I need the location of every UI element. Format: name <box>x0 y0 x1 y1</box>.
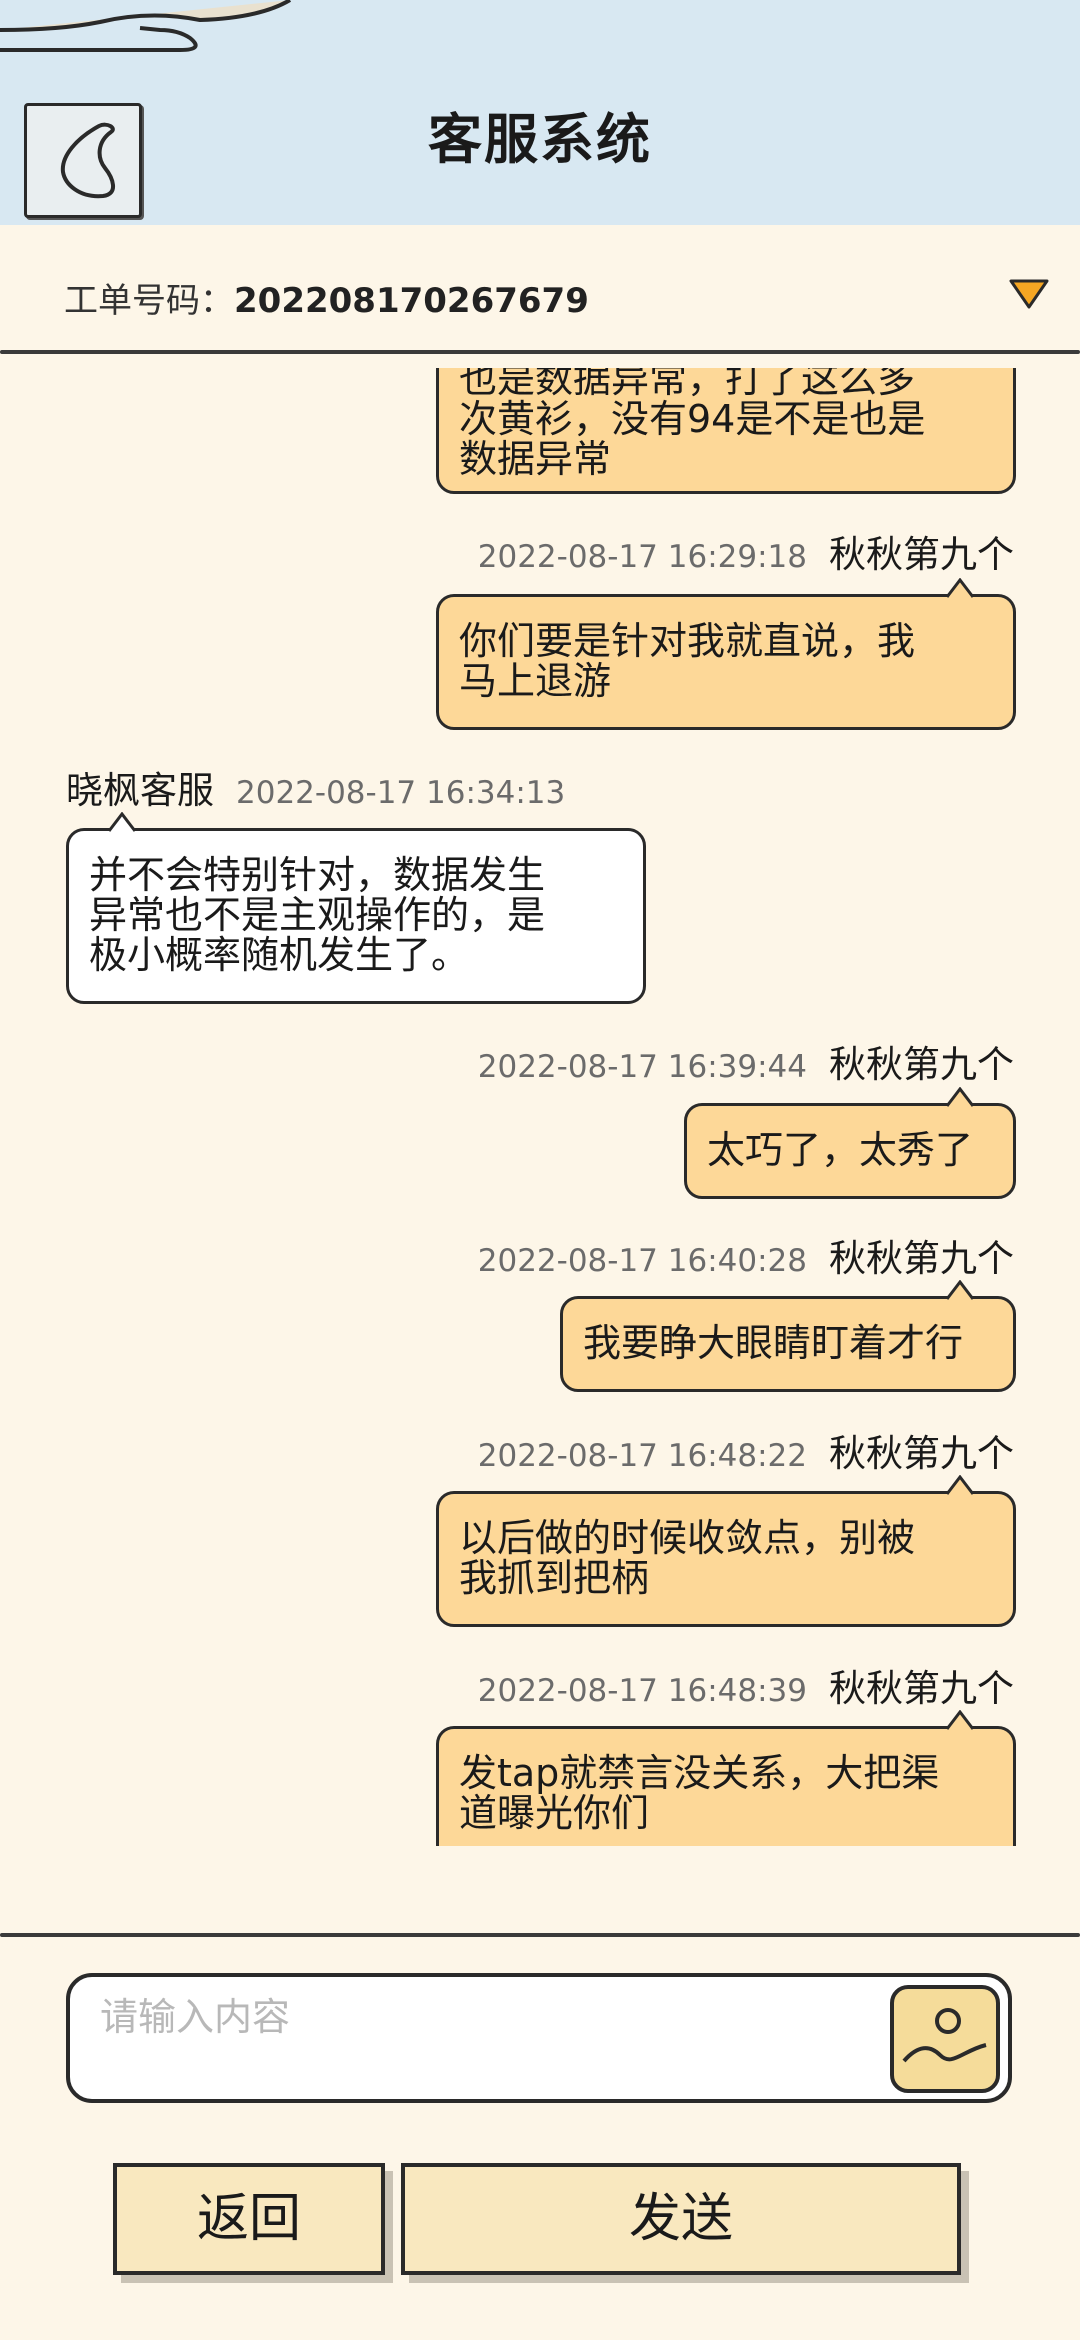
message-text: 发tap就禁言没关系，大把渠 道曝光你们 <box>459 1751 940 1835</box>
image-picture-icon <box>902 2008 987 2063</box>
message-input-box[interactable] <box>66 1973 1012 2103</box>
sender-name: 秋秋第九个 <box>829 1432 1014 1475</box>
header-bar: 客服系统 <box>0 0 1080 225</box>
bubble-tail-icon <box>945 1280 975 1300</box>
message-meta: 晓枫客服 2022-08-17 16:34:13 <box>66 760 565 814</box>
sender-name: 秋秋第九个 <box>829 1043 1014 1086</box>
message-text: 也是数据异常，打了这么多 次黄衫，没有94是不是也是 数据异常 <box>459 368 926 481</box>
bubble-tail-icon <box>945 1087 975 1107</box>
bubble-tail-icon <box>107 812 137 832</box>
customer-service-screen: 客服系统 工单号码：202208170267679 也是数据异常，打了这么多 次… <box>0 0 1080 2340</box>
message-time: 2022-08-17 16:48:22 <box>477 1438 807 1474</box>
message-bubble: 以后做的时候收敛点，别被 我抓到把柄 <box>436 1475 1016 1627</box>
dropdown-triangle-icon[interactable] <box>1008 277 1050 311</box>
sender-name: 秋秋第九个 <box>829 1237 1014 1280</box>
bubble-tail-icon <box>945 1475 975 1495</box>
message-time: 2022-08-17 16:29:18 <box>477 539 807 575</box>
ticket-number-row[interactable]: 工单号码：202208170267679 <box>0 225 1080 355</box>
message-time: 2022-08-17 16:34:13 <box>236 775 566 811</box>
message-text: 太巧了，太秀了 <box>707 1128 974 1172</box>
bubble-tail-icon <box>945 578 975 598</box>
message-text: 并不会特别针对，数据发生 异常也不是主观操作的，是 极小概率随机发生了。 <box>89 853 546 977</box>
message-text: 以后做的时候收敛点，别被 我抓到把柄 <box>459 1516 916 1600</box>
message-bubble: 也是数据异常，打了这么多 次黄衫，没有94是不是也是 数据异常 <box>436 368 1016 494</box>
message-meta: 2022-08-17 16:48:39 秋秋第九个 <box>478 1658 1014 1712</box>
image-upload-button[interactable] <box>890 1985 1000 2093</box>
message-bubble: 太巧了，太秀了 <box>684 1087 1016 1199</box>
message-bubble: 并不会特别针对，数据发生 异常也不是主观操作的，是 极小概率随机发生了。 <box>66 812 646 1004</box>
message-meta: 2022-08-17 16:48:22 秋秋第九个 <box>478 1423 1014 1477</box>
message-bubble: 你们要是针对我就直说，我 马上退游 <box>436 578 1016 730</box>
divider-top <box>0 350 1080 354</box>
ticket-number: 工单号码：202208170267679 <box>64 273 589 322</box>
ticket-label: 工单号码： <box>64 281 234 321</box>
message-meta: 2022-08-17 16:40:28 秋秋第九个 <box>478 1228 1014 1282</box>
message-time: 2022-08-17 16:40:28 <box>477 1243 807 1279</box>
return-button[interactable]: 返回 <box>113 2163 385 2275</box>
message-text: 你们要是针对我就直说，我 马上退游 <box>459 619 916 703</box>
sender-name: 秋秋第九个 <box>829 1667 1014 1710</box>
page-title: 客服系统 <box>428 108 652 171</box>
sender-name: 晓枫客服 <box>66 769 214 812</box>
ticket-value: 202208170267679 <box>234 281 589 321</box>
message-time: 2022-08-17 16:48:39 <box>477 1673 807 1709</box>
sender-name: 秋秋第九个 <box>829 533 1014 576</box>
message-text: 我要睁大眼睛盯着才行 <box>583 1321 964 1365</box>
message-input[interactable] <box>100 1993 880 2041</box>
chat-list[interactable]: 也是数据异常，打了这么多 次黄衫，没有94是不是也是 数据异常 2022-08-… <box>0 368 1080 1846</box>
message-bubble: 发tap就禁言没关系，大把渠 道曝光你们 <box>436 1710 1016 1846</box>
message-meta: 2022-08-17 16:39:44 秋秋第九个 <box>478 1034 1014 1088</box>
bubble-tail-icon <box>945 1710 975 1730</box>
send-button[interactable]: 发送 <box>401 2163 961 2275</box>
cloud-decoration-icon <box>0 0 292 52</box>
message-bubble: 我要睁大眼睛盯着才行 <box>560 1280 1016 1392</box>
message-meta: 2022-08-17 16:29:18 秋秋第九个 <box>478 524 1014 578</box>
divider-bottom <box>0 1933 1080 1937</box>
message-time: 2022-08-17 16:39:44 <box>477 1049 807 1085</box>
